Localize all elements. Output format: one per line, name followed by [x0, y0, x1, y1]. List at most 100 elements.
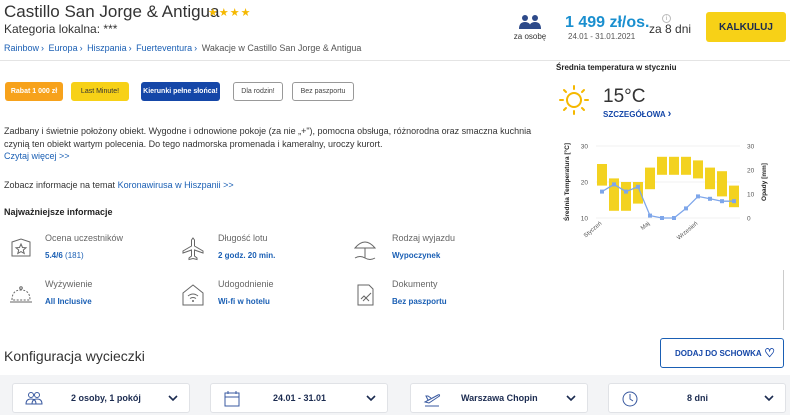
config-departure-value: Warszawa Chopin: [461, 393, 538, 403]
trip-dates: 24.01 - 31.01.2021: [568, 32, 636, 41]
config-dates-select[interactable]: 24.01 - 31.01: [210, 383, 388, 413]
add-to-favorites-label: DODAJ DO SCHOWKA: [675, 348, 762, 358]
chart-bar: [705, 167, 715, 190]
chart-y-tick: 20: [581, 180, 589, 187]
breadcrumb-separator: ›: [41, 43, 45, 53]
chart-y-right-tick: 30: [747, 144, 755, 151]
people-icon: [25, 392, 43, 405]
covid-prefix: Zobacz informacje na temat: [4, 180, 118, 190]
read-more-link[interactable]: Czytaj więcej >>: [4, 151, 70, 161]
tag-last-minute[interactable]: Last Minute!: [71, 82, 129, 101]
chart-point: [624, 189, 628, 194]
board-value[interactable]: All Inclusive: [45, 297, 92, 306]
chart-point: [684, 206, 688, 211]
chart-point: [732, 199, 736, 204]
covid-info: Zobacz informacje na temat Koronawirusa …: [4, 180, 234, 190]
header-divider: [0, 60, 790, 61]
chart-bar: [717, 171, 727, 197]
config-departure-select[interactable]: Warszawa Chopin: [410, 383, 588, 413]
covid-link[interactable]: Koronawirusa w Hiszpanii >>: [118, 180, 234, 190]
calculate-button[interactable]: KALKULUJ: [706, 12, 786, 42]
chart-bar: [693, 160, 703, 179]
config-duration-select[interactable]: 8 dni: [608, 383, 786, 413]
chart-point: [636, 184, 640, 189]
chart-bar: [669, 156, 679, 175]
chart-bar: [621, 182, 631, 211]
hotel-title: Castillo San Jorge & Antigua: [4, 2, 220, 21]
chart-y-label: Średnia Temperatura [°C]: [562, 143, 571, 221]
airplane-icon: [182, 237, 204, 261]
clock-icon: [622, 391, 638, 407]
star-rating: ★★★★: [208, 7, 252, 19]
config-persons-select[interactable]: 2 osoby, 1 pokój: [12, 383, 190, 413]
info-label: Ocena uczestników: [45, 233, 124, 243]
chart-x-tick: Wrzesień: [676, 221, 699, 240]
chart-y-right-tick: 0: [747, 216, 751, 223]
documents-value[interactable]: Bez paszportu: [392, 297, 447, 306]
chart-bar: [729, 185, 739, 208]
info-label: Dokumenty: [392, 279, 438, 289]
heart-icon: ♡: [764, 346, 775, 360]
temperature-chart: 10 20 30 0 10 20 30 Styczeń Maj Wrzesień Średnia T…: [562, 143, 768, 240]
tag-discount[interactable]: Rabat 1 000 zł: [5, 82, 63, 101]
plane-departure-icon: [423, 394, 441, 407]
beach-umbrella-icon: [353, 241, 377, 260]
breadcrumb-item[interactable]: Rainbow: [4, 43, 39, 53]
tag-no-passport[interactable]: Bez paszportu: [292, 82, 354, 101]
amenity-value[interactable]: Wi-fi w hotelu: [218, 297, 270, 306]
breadcrumb-separator: ›: [79, 43, 83, 53]
config-heading: Konfiguracja wycieczki: [4, 348, 145, 364]
rating-count: (181): [65, 251, 84, 260]
star-badge-icon: [11, 238, 31, 257]
chevron-down-icon: [764, 395, 774, 402]
key-info-heading: Najważniejsze informacje: [4, 207, 113, 217]
chart-y-tick: 10: [581, 216, 589, 223]
info-label: Udogodnienie: [218, 279, 274, 289]
chart-y-right-label: Opady [mm]: [761, 163, 768, 201]
detailed-weather-link[interactable]: SZCZEGÓŁOWA ›: [603, 108, 671, 120]
breadcrumb-item[interactable]: Europa: [49, 43, 78, 53]
chart-x-tick: Styczeń: [583, 221, 603, 239]
hotel-description: Zadbany i świetnie położony obiekt. Wygo…: [4, 126, 532, 149]
sun-icon: [559, 85, 589, 115]
wifi-house-icon: [182, 284, 204, 306]
breadcrumb-item[interactable]: Fuerteventura: [136, 43, 192, 53]
chart-y-right-tick: 10: [747, 192, 755, 199]
breadcrumb-separator: ›: [128, 43, 132, 53]
info-label: Długość lotu: [218, 233, 268, 243]
detailed-weather-label: SZCZEGÓŁOWA: [603, 110, 666, 119]
flight-duration-value: 2 godz. 20 min.: [218, 251, 276, 260]
temperature-heading: Średnia temperatura w styczniu: [556, 63, 677, 72]
rating-score: 5.4/6: [45, 251, 63, 260]
rating-value[interactable]: 5.4/6 (181): [45, 251, 84, 260]
chart-bar: [645, 167, 655, 190]
breadcrumb: Rainbow › Europa › Hiszpania › Fuerteventur…: [4, 43, 361, 53]
chart-point: [708, 196, 712, 201]
trip-duration: za 8 dni: [649, 22, 692, 36]
chart-bar: [597, 164, 607, 186]
chevron-down-icon: [168, 395, 178, 402]
tag-for-families[interactable]: Dla rodzin!: [233, 82, 283, 101]
config-dates-value: 24.01 - 31.01: [273, 393, 327, 403]
chart-x-tick: Maj: [640, 221, 651, 232]
local-category: Kategoria lokalna: ***: [4, 22, 118, 36]
trip-type-value[interactable]: Wypoczynek: [392, 251, 440, 260]
info-label: Wyżywienie: [45, 279, 93, 289]
config-duration-value: 8 dni: [687, 393, 709, 403]
chart-bar: [681, 156, 691, 175]
info-label: Rodzaj wyjazdu: [392, 233, 456, 243]
chevron-right-icon: ›: [667, 108, 672, 120]
food-cloche-icon: [10, 286, 32, 303]
breadcrumb-item[interactable]: Hiszpania: [87, 43, 127, 53]
tag-sunny-destinations[interactable]: Kierunki pełne słońca!: [141, 82, 220, 101]
chart-bar: [657, 156, 667, 175]
chart-y-tick: 30: [581, 144, 589, 151]
add-to-favorites-button[interactable]: DODAJ DO SCHOWKA ♡: [660, 338, 784, 368]
price: 1 499 zł/os.: [565, 14, 650, 31]
temperature-value: 15°C: [603, 86, 646, 107]
chart-y-right-tick: 20: [747, 168, 755, 175]
chart-point: [600, 189, 604, 194]
scrollbar[interactable]: [783, 270, 784, 330]
chart-point: [660, 216, 664, 220]
chevron-down-icon: [366, 395, 376, 402]
